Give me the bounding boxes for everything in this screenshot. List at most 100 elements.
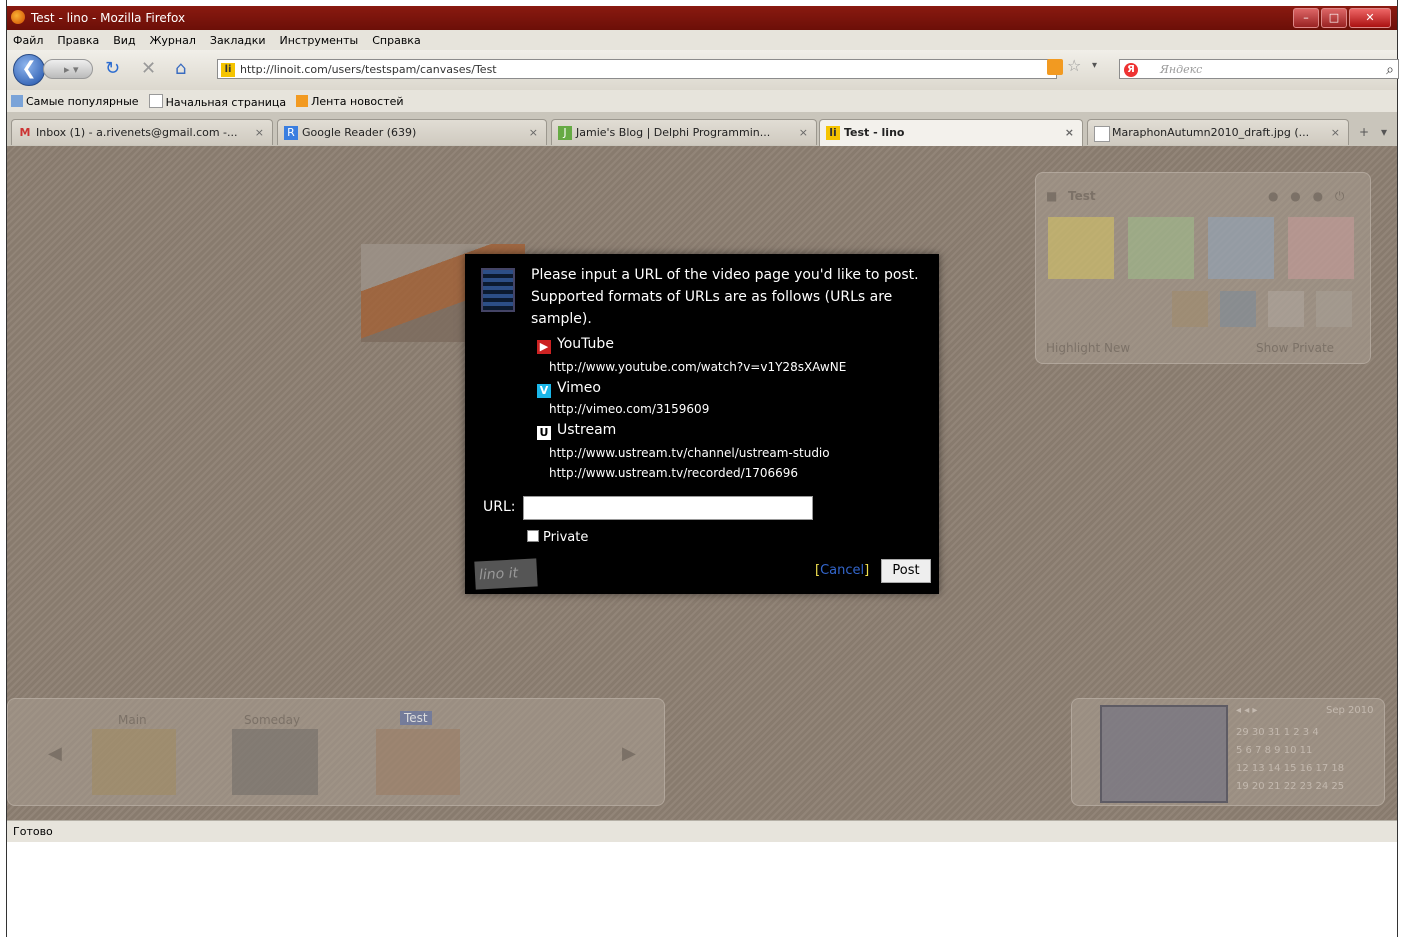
- vimeo-example-url: http://vimeo.com/3159609: [549, 402, 710, 416]
- rss-icon[interactable]: [1047, 59, 1063, 75]
- tab-list-button[interactable]: ▾: [1375, 121, 1393, 143]
- close-tab-icon[interactable]: ×: [799, 120, 808, 145]
- tab-label: Google Reader (639): [302, 126, 417, 139]
- address-text: http://linoit.com/users/testspam/canvase…: [240, 63, 497, 76]
- ustream-example-url: http://www.ustream.tv/channel/ustream-st…: [549, 446, 830, 460]
- tab-jamies-blog[interactable]: J Jamie's Blog | Delphi Programmin... ×: [551, 119, 817, 145]
- stop-icon[interactable]: ✕: [141, 58, 156, 79]
- bookmark-item[interactable]: Начальная страница: [148, 93, 286, 109]
- canvas-control-panel: ■ Test ● ● ● ⏻ Highlight New Show Privat…: [1035, 172, 1371, 364]
- service-vimeo: V Vimeo: [537, 380, 601, 398]
- canvas-tab-someday[interactable]: Someday: [244, 713, 300, 727]
- bookmarks-toolbar: Самые популярные Начальная страница Лент…: [7, 90, 1397, 112]
- calendar-row[interactable]: 5 6 7 8 9 10 11: [1236, 745, 1312, 756]
- bookmark-star-icon[interactable]: ☆: [1067, 56, 1081, 75]
- search-icon[interactable]: ⌕: [1386, 60, 1394, 80]
- home-icon[interactable]: ⌂: [175, 58, 186, 79]
- film-strip-icon: [481, 268, 515, 312]
- menu-bookmarks[interactable]: Закладки: [210, 34, 266, 47]
- calendar-row[interactable]: 12 13 14 15 16 17 18: [1236, 763, 1344, 774]
- maximize-button[interactable]: □: [1321, 8, 1347, 28]
- cancel-wrapper: [Cancel]: [815, 563, 870, 578]
- youtube-icon: ▶: [537, 340, 551, 354]
- ustream-icon: U: [537, 426, 551, 440]
- close-tab-icon[interactable]: ×: [529, 120, 538, 145]
- title-bar: Test - lino - Mozilla Firefox – □ ✕: [7, 6, 1397, 30]
- minimap-view[interactable]: [1100, 705, 1228, 803]
- highlight-new-toggle[interactable]: Highlight New: [1046, 341, 1130, 355]
- image-file-icon: [1094, 126, 1110, 142]
- bookmark-item[interactable]: Лента новостей: [296, 94, 404, 108]
- yellow-sticky-icon[interactable]: [1048, 217, 1114, 279]
- back-button[interactable]: ❮: [13, 54, 45, 86]
- yandex-icon: Я: [1124, 63, 1138, 77]
- blog-icon: J: [558, 126, 572, 140]
- google-reader-icon: R: [284, 126, 298, 140]
- calendar-row[interactable]: 19 20 21 22 23 24 25: [1236, 781, 1344, 792]
- page-icon: [148, 93, 163, 108]
- tab-gmail[interactable]: M Inbox (1) - a.rivenets@gmail.com -... …: [11, 119, 273, 145]
- dialog-intro-text: Please input a URL of the video page you…: [531, 267, 919, 327]
- service-youtube: ▶ YouTube: [537, 336, 614, 354]
- vimeo-icon: V: [537, 384, 551, 398]
- reload-icon[interactable]: ↻: [105, 58, 120, 79]
- close-button[interactable]: ✕: [1349, 8, 1391, 28]
- forward-button[interactable]: ▸ ▾: [43, 59, 93, 79]
- green-sticky-icon[interactable]: [1128, 217, 1194, 279]
- canvas-tab-main[interactable]: Main: [118, 713, 147, 727]
- site-favicon: li: [221, 63, 235, 77]
- tab-test-lino[interactable]: li Test - lino ×: [819, 119, 1083, 146]
- menu-tools[interactable]: Инструменты: [280, 34, 359, 47]
- cancel-link[interactable]: Cancel: [820, 563, 864, 578]
- sticky-stack-icon[interactable]: [1316, 291, 1352, 327]
- search-input[interactable]: Я Яндекс ⌕: [1119, 59, 1399, 79]
- search-placeholder: Яндекс: [1160, 63, 1203, 76]
- canvas-thumb-test[interactable]: [376, 729, 460, 795]
- show-private-toggle[interactable]: Show Private: [1256, 341, 1334, 355]
- menu-help[interactable]: Справка: [372, 34, 420, 47]
- file-icon[interactable]: [1268, 291, 1304, 327]
- photo-icon[interactable]: [1172, 291, 1208, 327]
- tab-label: Jamie's Blog | Delphi Programmin...: [576, 126, 771, 139]
- lino-icon: li: [826, 126, 840, 140]
- linoit-logo: lino it: [474, 558, 538, 590]
- address-bar[interactable]: li http://linoit.com/users/testspam/canv…: [217, 59, 1057, 79]
- post-button[interactable]: Post: [881, 559, 931, 583]
- tab-google-reader[interactable]: R Google Reader (639) ×: [277, 119, 547, 145]
- canvas-thumb-someday[interactable]: [232, 729, 318, 795]
- ustream-example-url: http://www.ustream.tv/recorded/1706696: [549, 466, 799, 480]
- blue-sticky-icon[interactable]: [1208, 217, 1274, 279]
- scroll-left-icon[interactable]: ◀: [48, 743, 62, 764]
- menu-edit[interactable]: Правка: [57, 34, 99, 47]
- video-icon[interactable]: [1220, 291, 1256, 327]
- calendar-row[interactable]: 29 30 31 1 2 3 4: [1236, 727, 1319, 738]
- menu-view[interactable]: Вид: [113, 34, 135, 47]
- close-tab-icon[interactable]: ×: [255, 120, 264, 145]
- chevron-down-icon[interactable]: ▾: [1092, 60, 1097, 71]
- close-tab-icon[interactable]: ×: [1331, 120, 1340, 145]
- tab-bar: M Inbox (1) - a.rivenets@gmail.com -... …: [7, 112, 1397, 147]
- private-checkbox[interactable]: [527, 530, 539, 542]
- close-tab-icon[interactable]: ×: [1065, 120, 1074, 146]
- canvas-thumb-main[interactable]: [92, 729, 176, 795]
- status-text: Готово: [13, 825, 53, 838]
- firefox-icon: [11, 10, 25, 24]
- menu-file[interactable]: Файл: [13, 34, 43, 47]
- tab-label: MaraphonAutumn2010_draft.jpg (...: [1112, 126, 1310, 139]
- url-input[interactable]: [523, 496, 813, 520]
- scroll-right-icon[interactable]: ▶: [622, 743, 636, 764]
- bookmark-item[interactable]: Самые популярные: [11, 94, 139, 108]
- calendar-nav-icons[interactable]: ◂ ◂ ▸: [1236, 705, 1257, 716]
- minimize-button[interactable]: –: [1293, 8, 1319, 28]
- post-video-dialog: Please input a URL of the video page you…: [465, 254, 939, 594]
- minimap-panel: ◂ ◂ ▸ Sep 2010 29 30 31 1 2 3 4 5 6 7 8 …: [1071, 698, 1385, 806]
- lino-canvas[interactable]: ■ Test ● ● ● ⏻ Highlight New Show Privat…: [7, 146, 1397, 820]
- panel-tool-icons[interactable]: ● ● ● ⏻: [1268, 189, 1348, 204]
- new-tab-button[interactable]: +: [1355, 121, 1373, 143]
- pink-sticky-icon[interactable]: [1288, 217, 1354, 279]
- menu-bar: Файл Правка Вид Журнал Закладки Инструме…: [7, 30, 1397, 50]
- menu-history[interactable]: Журнал: [150, 34, 196, 47]
- tab-maraphon[interactable]: MaraphonAutumn2010_draft.jpg (... ×: [1087, 119, 1349, 145]
- canvas-tab-test[interactable]: Test: [400, 711, 432, 725]
- private-label: Private: [543, 530, 589, 545]
